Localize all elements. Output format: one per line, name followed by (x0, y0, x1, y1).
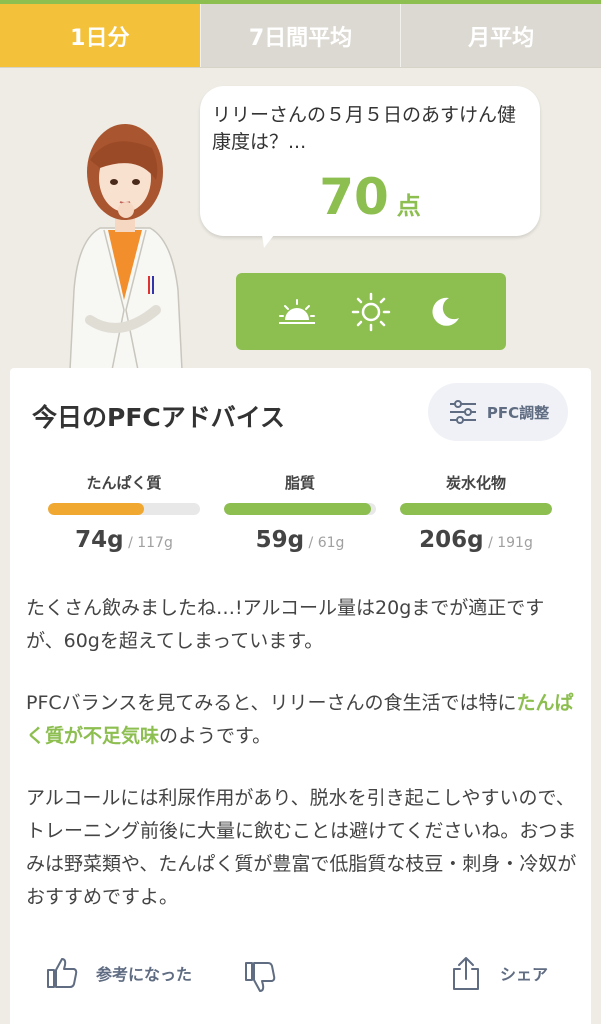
thumbs-up-icon (47, 958, 78, 988)
progress-fill (224, 503, 372, 515)
progress-track (48, 503, 200, 515)
progress-fill (48, 503, 144, 515)
moon-icon[interactable] (425, 292, 465, 332)
health-question: リリーさんの５月５日のあすけん健康度は？... (212, 104, 517, 153)
nutrient-protein: たんぱく質 74g / 117g (48, 472, 200, 553)
card-title: 今日のPFCアドバイス (32, 403, 285, 432)
nutrient-label: 炭水化物 (445, 474, 506, 492)
tab-daily[interactable]: 1日分 (0, 4, 200, 67)
nutrient-value: 206g / 191g (400, 527, 552, 553)
score-unit: 点 (396, 192, 421, 220)
advice-paragraph-alcohol: たくさん飲みましたね…!アルコール量は20gまでが適正ですが、60gを超えてしま… (26, 597, 545, 652)
bubble-tail (260, 222, 284, 248)
share-icon (453, 957, 479, 990)
sliders-icon (449, 400, 476, 424)
progress-fill (400, 503, 552, 515)
score-value: 70 (319, 168, 389, 226)
nutrient-target: / 191g (488, 535, 533, 551)
pfc-adjust-button[interactable]: PFC調整 (428, 383, 568, 441)
nutrient-target: / 117g (128, 535, 173, 551)
pfc-advice-card: 今日のPFCアドバイス PFC調整 たんぱく質 74g / 117g 脂質 59… (10, 368, 591, 1024)
advice-text: PFCバランスを見てみると、リリーさんの食生活では特に (26, 692, 517, 714)
advice-text: のようです。 (159, 725, 272, 747)
nutrient-amount: 74g (75, 527, 124, 553)
nutrient-carbs: 炭水化物 206g / 191g (400, 472, 552, 553)
share-button[interactable]: シェア (448, 955, 548, 991)
tab-monthly-average[interactable]: 月平均 (400, 4, 601, 67)
tab-7day-average[interactable]: 7日間平均 (199, 4, 401, 67)
health-score: 70 点 (200, 168, 540, 226)
health-score-bubble: リリーさんの５月５日のあすけん健康度は？... 70 点 (200, 86, 540, 236)
nutrient-fat: 脂質 59g / 61g (224, 472, 376, 553)
nutritionist-character (69, 124, 183, 370)
meal-time-selector (236, 273, 506, 350)
helpful-label: 参考になった (96, 965, 193, 984)
sunrise-icon[interactable] (277, 292, 317, 332)
progress-track (400, 503, 552, 515)
pfc-adjust-label: PFC調整 (486, 403, 550, 422)
not-helpful-button[interactable] (242, 959, 278, 995)
nutrient-value: 74g / 117g (48, 527, 200, 553)
nutrient-target: / 61g (308, 535, 345, 551)
nutrient-amount: 206g (419, 527, 484, 553)
thumbs-down-icon (245, 962, 276, 992)
progress-track (224, 503, 376, 515)
period-tabs: 1日分 7日間平均 月平均 (0, 4, 601, 68)
nutrient-label: たんぱく質 (86, 474, 162, 492)
advice-paragraph-diet: アルコールには利尿作用があり、脱水を引き起こしやすいので、トレーニング前後に大量… (26, 787, 577, 908)
nutrient-amount: 59g (255, 527, 305, 553)
helpful-button[interactable]: 参考になった (44, 955, 192, 991)
nutrient-label: 脂質 (284, 474, 315, 492)
sun-icon[interactable] (351, 292, 391, 332)
share-label: シェア (500, 965, 549, 984)
feedback-actions: 参考になった シェア (10, 953, 591, 1003)
nutrient-value: 59g / 61g (224, 527, 376, 553)
advice-paragraph-pfc: PFCバランスを見てみると、リリーさんの食生活では特にたんぱく質が不足気味のよう… (26, 687, 578, 753)
